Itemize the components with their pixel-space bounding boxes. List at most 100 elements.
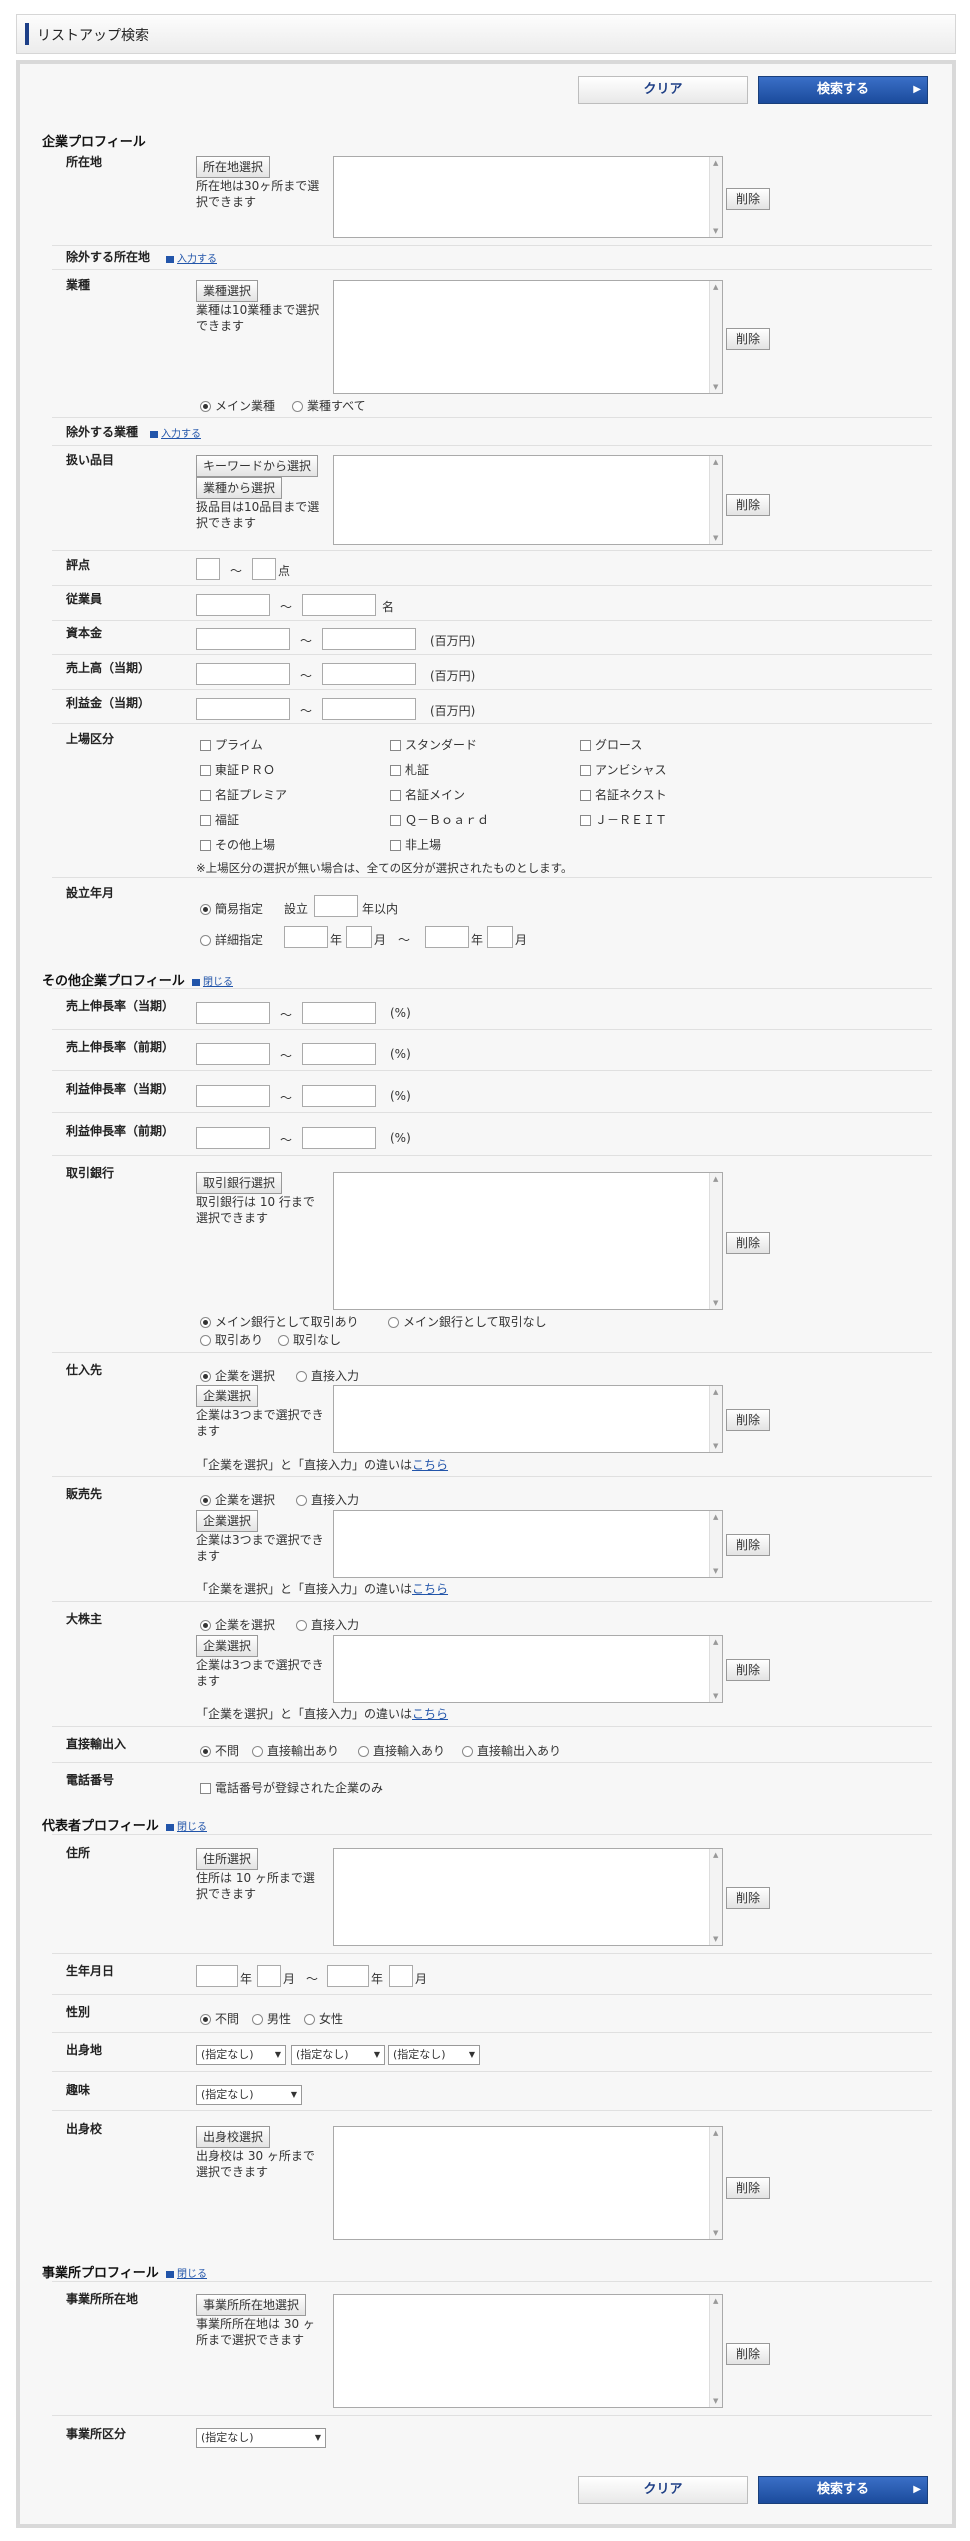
bank-textarea[interactable] [333, 1172, 723, 1310]
gender-radio[interactable]: 男性 [252, 2010, 291, 2027]
founded-detail-radio[interactable]: 詳細指定 [200, 931, 263, 948]
profit-growth-prev-max-input[interactable] [302, 1127, 376, 1149]
clear-button-top[interactable]: クリア [578, 76, 748, 104]
scrollbar[interactable] [709, 1849, 722, 1945]
capital-min-input[interactable] [196, 628, 290, 650]
listing-checkbox[interactable]: グロース [580, 736, 642, 753]
shareholder-delete-button[interactable]: 削除 [726, 1659, 770, 1681]
products-textarea[interactable] [333, 455, 723, 545]
hometown-select-2[interactable]: (指定なし) ▼ [291, 2045, 385, 2065]
bank-radio-main-yes[interactable]: メイン銀行として取引あり [200, 1313, 359, 1330]
founded-simple-radio[interactable]: 簡易指定 [200, 900, 263, 917]
profit-max-input[interactable] [322, 698, 416, 720]
listing-checkbox[interactable]: 札証 [390, 761, 429, 778]
sales-growth-prev-max-input[interactable] [302, 1043, 376, 1065]
excluded-industry-input-link[interactable]: 入力する [150, 425, 201, 440]
rep-profile-close-link[interactable]: 閉じる [166, 1818, 207, 1833]
hobby-select[interactable]: (指定なし) ▼ [196, 2085, 302, 2105]
bank-select-button[interactable]: 取引銀行選択 [196, 1172, 283, 1194]
listing-checkbox[interactable]: 名証メイン [390, 786, 465, 803]
profit-min-input[interactable] [196, 698, 290, 720]
industry-delete-button[interactable]: 削除 [726, 328, 770, 350]
other-profile-close-link[interactable]: 閉じる [192, 973, 233, 988]
products-industry-button[interactable]: 業種から選択 [196, 477, 283, 499]
supplier-textarea[interactable] [333, 1385, 723, 1453]
customer-radio-direct[interactable]: 直接入力 [296, 1491, 359, 1508]
profit-growth-prev-min-input[interactable] [196, 1127, 270, 1149]
supplier-select-button[interactable]: 企業選択 [196, 1385, 259, 1407]
sales-growth-cur-min-input[interactable] [196, 1002, 270, 1024]
bank-radio-yes[interactable]: 取引あり [200, 1331, 263, 1348]
hometown-select-1[interactable]: (指定なし) ▼ [196, 2045, 286, 2065]
industry-textarea[interactable] [333, 280, 723, 394]
hometown-select-3[interactable]: (指定なし) ▼ [388, 2045, 480, 2065]
supplier-radio-select[interactable]: 企業を選択 [200, 1367, 275, 1384]
scrollbar[interactable] [709, 157, 722, 237]
founded-to-month-input[interactable] [487, 926, 513, 948]
products-delete-button[interactable]: 削除 [726, 494, 770, 516]
sales-min-input[interactable] [196, 663, 290, 685]
office-location-textarea[interactable] [333, 2294, 723, 2408]
search-button-top[interactable]: 検索する ▶ [758, 76, 928, 104]
score-max-input[interactable] [252, 558, 276, 580]
listing-checkbox[interactable]: 名証ネクスト [580, 786, 667, 803]
shareholder-select-button[interactable]: 企業選択 [196, 1635, 259, 1657]
customer-delete-button[interactable]: 削除 [726, 1534, 770, 1556]
scrollbar[interactable] [709, 1173, 722, 1309]
office-profile-close-link[interactable]: 閉じる [166, 2265, 207, 2280]
office-location-delete-button[interactable]: 削除 [726, 2343, 770, 2365]
trade-radio[interactable]: 不問 [200, 1742, 239, 1759]
bank-radio-no[interactable]: 取引なし [278, 1331, 341, 1348]
sales-growth-prev-min-input[interactable] [196, 1043, 270, 1065]
school-delete-button[interactable]: 削除 [726, 2177, 770, 2199]
rep-address-select-button[interactable]: 住所選択 [196, 1848, 259, 1870]
birth-to-month-input[interactable] [389, 1965, 413, 1987]
search-button-bottom[interactable]: 検索する ▶ [758, 2476, 928, 2504]
rep-address-delete-button[interactable]: 削除 [726, 1887, 770, 1909]
scrollbar[interactable] [709, 1636, 722, 1702]
founded-to-year-input[interactable] [425, 926, 469, 948]
office-type-select[interactable]: (指定なし) ▼ [196, 2428, 326, 2448]
scrollbar[interactable] [709, 281, 722, 393]
listing-checkbox[interactable]: Ｊ－ＲＥＩＴ [580, 811, 667, 828]
score-min-input[interactable] [196, 558, 220, 580]
listing-checkbox[interactable]: Ｑ－Ｂｏａｒｄ [390, 811, 489, 828]
shareholder-radio-direct[interactable]: 直接入力 [296, 1616, 359, 1633]
listing-checkbox[interactable]: 名証プレミア [200, 786, 287, 803]
customer-select-button[interactable]: 企業選択 [196, 1510, 259, 1532]
sales-max-input[interactable] [322, 663, 416, 685]
school-textarea[interactable] [333, 2126, 723, 2240]
trade-radio[interactable]: 直接輸出入あり [462, 1742, 561, 1759]
listing-checkbox[interactable]: 東証ＰＲＯ [200, 761, 275, 778]
shareholder-radio-select[interactable]: 企業を選択 [200, 1616, 275, 1633]
here-link[interactable]: こちら [412, 1707, 448, 1721]
supplier-delete-button[interactable]: 削除 [726, 1409, 770, 1431]
birth-to-year-input[interactable] [327, 1965, 369, 1987]
listing-checkbox[interactable]: 福証 [200, 811, 239, 828]
listing-checkbox[interactable]: 非上場 [390, 836, 441, 853]
employees-min-input[interactable] [196, 594, 270, 616]
here-link[interactable]: こちら [412, 1582, 448, 1596]
location-select-button[interactable]: 所在地選択 [196, 156, 271, 178]
industry-select-button[interactable]: 業種選択 [196, 280, 259, 302]
bank-radio-main-no[interactable]: メイン銀行として取引なし [388, 1313, 547, 1330]
scrollbar[interactable] [709, 1386, 722, 1452]
excluded-location-input-link[interactable]: 入力する [166, 250, 217, 265]
office-location-select-button[interactable]: 事業所所在地選択 [196, 2294, 307, 2316]
founded-from-year-input[interactable] [284, 926, 328, 948]
products-keyword-button[interactable]: キーワードから選択 [196, 455, 319, 477]
scrollbar[interactable] [709, 1511, 722, 1577]
profit-growth-cur-max-input[interactable] [302, 1085, 376, 1107]
clear-button-bottom[interactable]: クリア [578, 2476, 748, 2504]
scrollbar[interactable] [709, 2127, 722, 2239]
gender-radio[interactable]: 女性 [304, 2010, 343, 2027]
industry-radio-main[interactable]: メイン業種 [200, 397, 275, 414]
supplier-radio-direct[interactable]: 直接入力 [296, 1367, 359, 1384]
trade-radio[interactable]: 直接輸入あり [358, 1742, 445, 1759]
listing-checkbox[interactable]: アンビシャス [580, 761, 667, 778]
customer-radio-select[interactable]: 企業を選択 [200, 1491, 275, 1508]
capital-max-input[interactable] [322, 628, 416, 650]
industry-radio-all[interactable]: 業種すべて [292, 397, 366, 414]
location-delete-button[interactable]: 削除 [726, 188, 770, 210]
birth-from-month-input[interactable] [257, 1965, 281, 1987]
